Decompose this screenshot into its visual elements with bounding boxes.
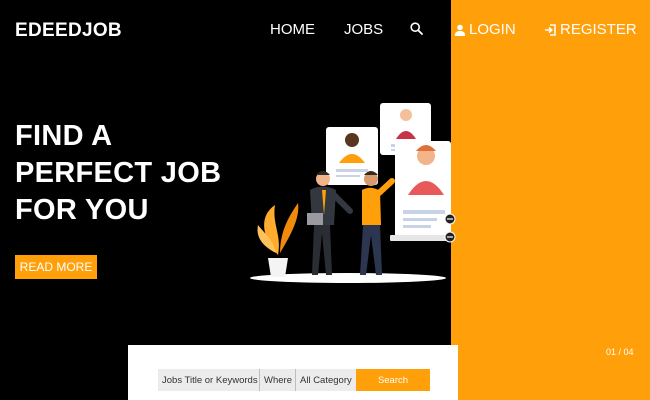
headline-line-2: PERFECT JOB: [15, 157, 222, 189]
category-select[interactable]: All Category: [296, 369, 356, 391]
nav-register-link[interactable]: REGISTER: [544, 21, 637, 38]
job-search-bar: Jobs Title or Keywords Where All Categor…: [158, 369, 430, 391]
location-input[interactable]: Where: [260, 369, 296, 391]
search-icon-glyph: [410, 22, 423, 35]
sign-in-icon: [545, 23, 556, 36]
keywords-input[interactable]: Jobs Title or Keywords: [158, 369, 260, 391]
nav-jobs-link[interactable]: JOBS: [344, 21, 383, 38]
hero-headline: FIND A PERFECT JOB FOR YOU: [15, 118, 245, 229]
nav-register-label: REGISTER: [560, 21, 637, 38]
nav-home-link[interactable]: HOME: [270, 21, 315, 38]
headline-line-3: FOR YOU: [15, 194, 149, 226]
businessman-figure: [307, 171, 353, 275]
user-icon: [454, 24, 466, 36]
potted-plant: [257, 203, 299, 277]
site-logo[interactable]: EDEEDJOB: [15, 20, 122, 42]
nav-login-label: LOGIN: [469, 21, 516, 38]
headline-line-1: FIND A: [15, 120, 113, 152]
slide-counter: 01 / 04: [606, 347, 634, 357]
nav-login-link[interactable]: LOGIN: [454, 21, 516, 38]
presenter-figure: [360, 171, 395, 275]
candidate-card-main: [390, 141, 451, 241]
search-icon[interactable]: [410, 22, 426, 35]
hiring-illustration: [250, 103, 456, 283]
read-more-button[interactable]: READ MORE: [15, 255, 97, 279]
search-button[interactable]: Search: [356, 369, 430, 391]
orange-accent-panel: [451, 0, 650, 400]
